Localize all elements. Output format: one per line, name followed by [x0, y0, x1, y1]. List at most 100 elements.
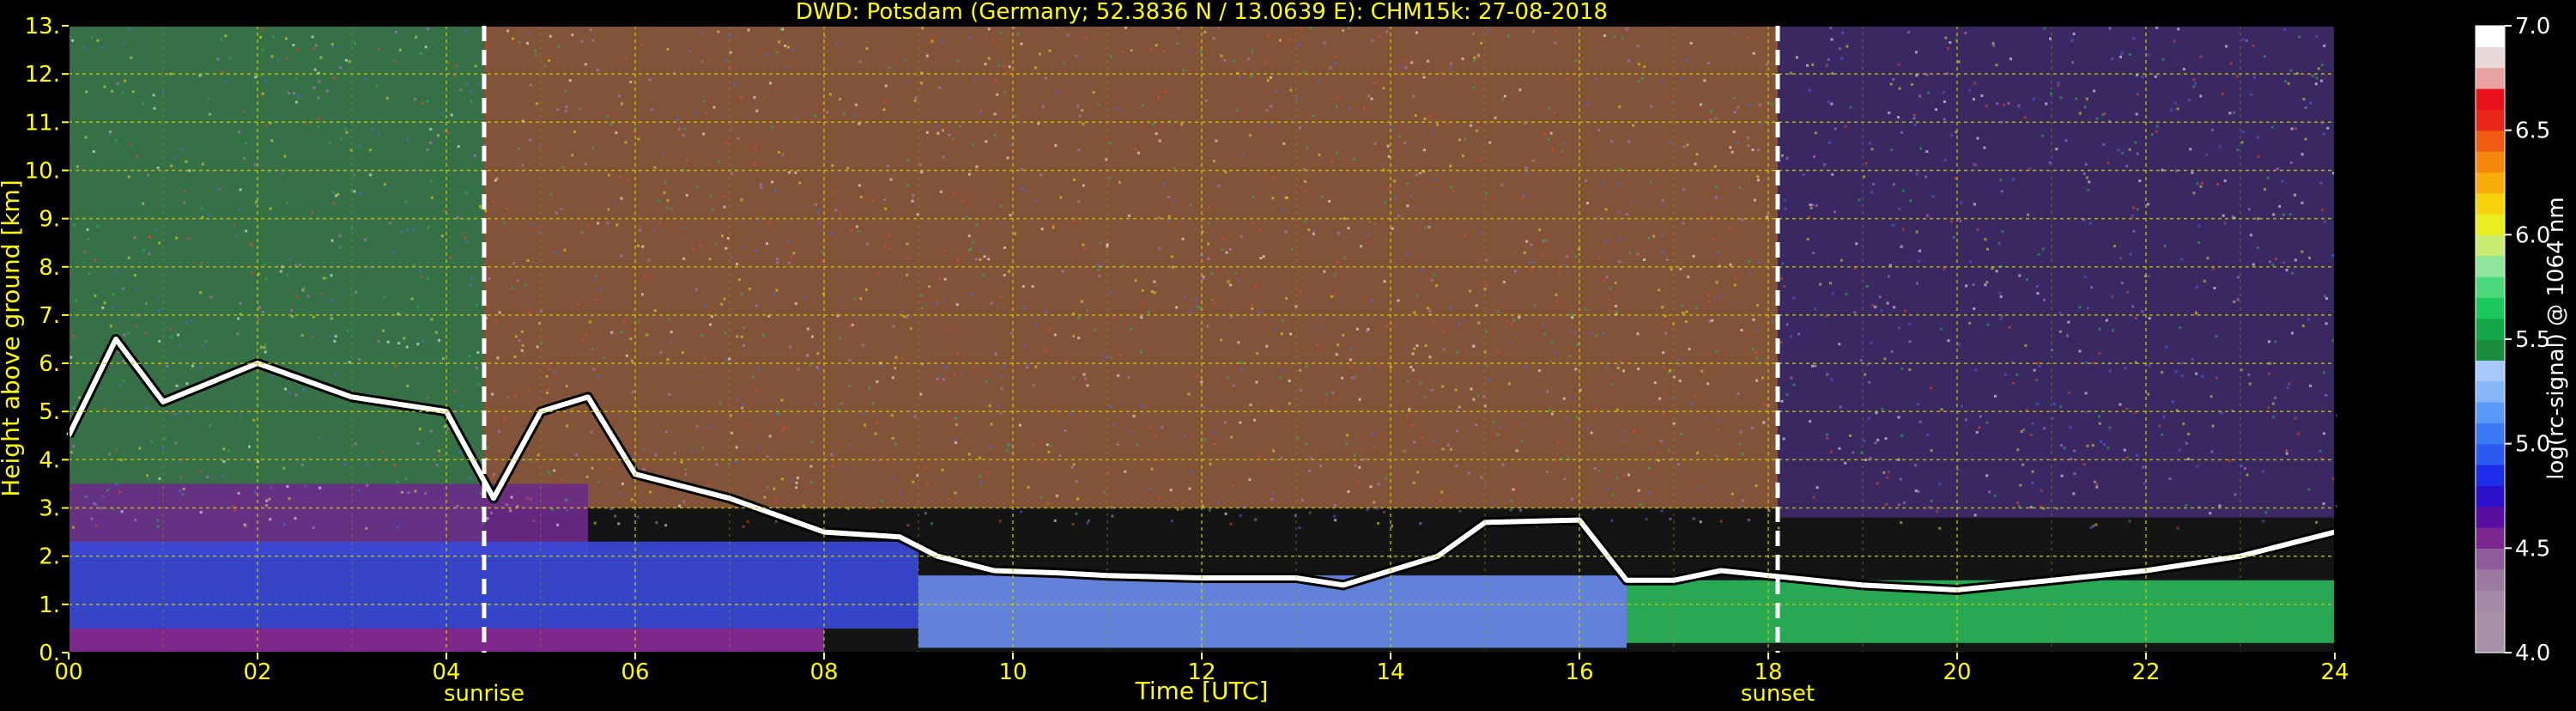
noise-dot [1333, 273, 1336, 276]
noise-dot [1507, 382, 1511, 386]
noise-dot [680, 460, 683, 464]
noise-dot [1901, 189, 1905, 192]
noise-dot [1627, 59, 1631, 63]
noise-dot [1829, 27, 1833, 30]
noise-dot [2324, 295, 2326, 298]
noise-dot [771, 180, 774, 184]
noise-dot [1202, 276, 1205, 280]
noise-dot [1637, 368, 1640, 371]
noise-dot [1208, 508, 1211, 512]
noise-dot [726, 237, 730, 240]
noise-dot [1669, 140, 1672, 143]
noise-dot [2297, 432, 2300, 435]
noise-dot [839, 98, 842, 100]
noise-dot [2309, 384, 2312, 387]
noise-dot [1480, 41, 1483, 45]
noise-dot [1272, 449, 1276, 453]
noise-dot [692, 247, 695, 251]
noise-dot [2090, 286, 2094, 289]
noise-dot [2325, 297, 2329, 301]
noise-dot [1525, 170, 1529, 173]
noise-dot [2218, 145, 2221, 149]
noise-dot [1249, 403, 1252, 406]
noise-dot [330, 274, 333, 277]
noise-dot [1342, 29, 1345, 32]
noise-dot [943, 378, 945, 381]
noise-dot [1545, 239, 1549, 242]
noise-dot [302, 286, 306, 289]
noise-dot [2141, 75, 2144, 78]
noise-dot [1075, 480, 1078, 483]
noise-dot [270, 55, 274, 58]
noise-dot [2048, 161, 2052, 165]
noise-dot [1575, 416, 1579, 419]
noise-dot [1633, 430, 1636, 434]
noise-dot [710, 315, 713, 319]
noise-dot [1406, 253, 1409, 257]
noise-dot [179, 343, 182, 346]
noise-dot [1305, 365, 1308, 368]
noise-dot [1609, 310, 1612, 313]
noise-dot [1924, 175, 1928, 179]
noise-dot [311, 211, 314, 215]
noise-dot [794, 302, 797, 306]
noise-dot [990, 301, 993, 305]
noise-dot [1203, 438, 1207, 441]
noise-dot [748, 287, 751, 290]
noise-dot [1916, 403, 1919, 406]
noise-dot [510, 495, 513, 499]
noise-dot [1515, 449, 1518, 453]
noise-dot [2155, 26, 2159, 29]
noise-dot [1537, 369, 1541, 373]
noise-dot [953, 373, 956, 376]
noise-dot [1670, 397, 1674, 400]
noise-dot [925, 54, 929, 58]
noise-dot [1258, 310, 1261, 313]
noise-dot [1103, 356, 1106, 359]
noise-dot [811, 335, 814, 338]
noise-dot [919, 392, 923, 396]
noise-dot [1017, 33, 1020, 36]
noise-dot [2272, 416, 2276, 419]
x-tick-label: 08 [809, 659, 838, 685]
noise-dot [2323, 44, 2326, 47]
y-tick-label: 6. [39, 351, 60, 377]
noise-dot [1371, 433, 1374, 436]
noise-dot [796, 477, 799, 480]
noise-dot [1196, 374, 1199, 378]
noise-dot [1458, 138, 1461, 142]
noise-dot [1915, 230, 1918, 234]
noise-dot [2108, 369, 2112, 373]
noise-dot [1719, 520, 1723, 523]
noise-dot [2266, 176, 2270, 179]
noise-dot [1747, 519, 1750, 522]
noise-dot [613, 200, 616, 204]
noise-dot [1136, 443, 1139, 447]
noise-dot [2026, 278, 2029, 281]
noise-dot [1018, 423, 1021, 427]
noise-dot [199, 367, 203, 370]
noise-dot [1413, 347, 1416, 350]
noise-dot [741, 406, 744, 410]
noise-dot [429, 179, 433, 183]
noise-dot [1605, 364, 1609, 368]
noise-dot [2252, 263, 2255, 266]
noise-dot [424, 492, 427, 495]
noise-dot [1423, 395, 1427, 398]
noise-dot [1590, 431, 1593, 434]
noise-dot [1898, 87, 1901, 90]
noise-dot [1900, 434, 1903, 437]
noise-dot [1885, 502, 1888, 506]
noise-dot [2256, 246, 2259, 250]
noise-dot [1250, 75, 1253, 78]
noise-dot [1048, 49, 1052, 52]
noise-dot [545, 374, 549, 378]
noise-dot [1299, 388, 1302, 392]
noise-dot [2209, 395, 2213, 398]
noise-dot [1116, 443, 1119, 447]
noise-dot [766, 455, 769, 458]
noise-dot [1110, 506, 1113, 509]
noise-dot [1251, 307, 1254, 310]
noise-dot [1281, 319, 1284, 322]
noise-dot [794, 171, 797, 174]
